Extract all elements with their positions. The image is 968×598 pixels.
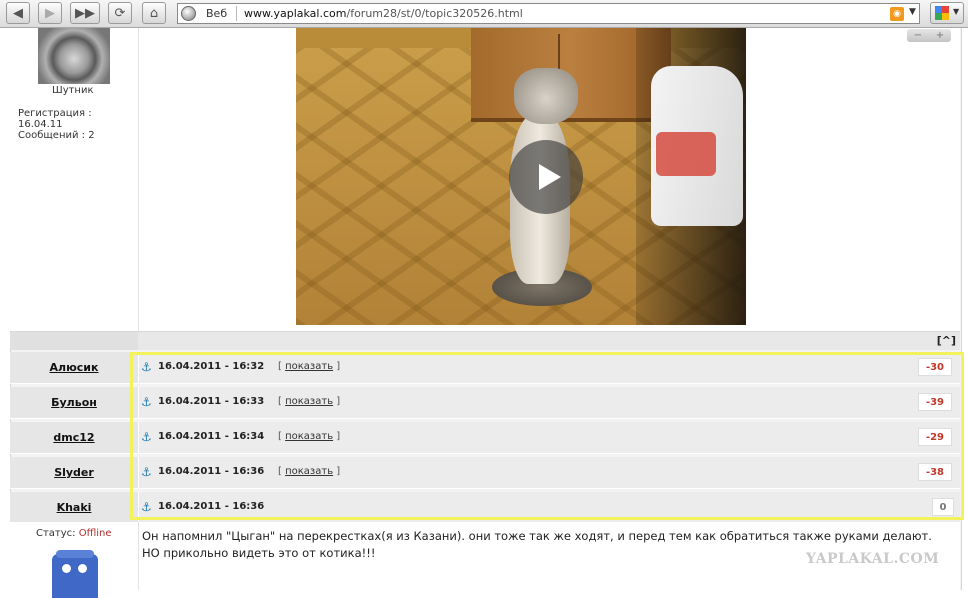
site-watermark: YAPLAKAL.COM	[806, 551, 940, 567]
author-name[interactable]: Шутник	[52, 85, 94, 96]
comment-author[interactable]: Бульон	[10, 387, 139, 418]
back-to-top-link[interactable]: [^]	[937, 334, 956, 347]
rss-icon[interactable]: ◉	[890, 7, 904, 21]
video-bag-label	[656, 132, 716, 176]
zoom-in-button[interactable]: +	[936, 30, 944, 41]
comment-author[interactable]: Slyder	[10, 457, 139, 488]
chevron-down-icon: ▼	[953, 7, 960, 16]
avatar-eye	[78, 564, 87, 573]
avatar-hat	[56, 550, 94, 558]
back-arrow-icon[interactable]: ◀	[6, 2, 30, 24]
play-icon[interactable]	[509, 140, 583, 214]
avatar[interactable]	[38, 28, 110, 84]
chevron-down-icon[interactable]: ▼	[909, 7, 916, 17]
comment-author[interactable]: dmc12	[10, 422, 139, 453]
registration-label: Регистрация :	[18, 108, 92, 119]
search-engine-label[interactable]: Веб	[206, 7, 227, 20]
browser-toolbar: ◀ ▶ ▶▶ ⟳ ⌂ Веб www.yaplakal.com/forum28/…	[0, 0, 968, 28]
messages-count: Сообщений : 2	[18, 130, 95, 141]
google-icon	[935, 6, 949, 20]
avatar-eye	[62, 564, 71, 573]
text-size-control[interactable]: − +	[907, 29, 951, 42]
forward-arrow-icon[interactable]: ▶	[38, 2, 62, 24]
author-info: Регистрация : 16.04.11 Сообщений : 2	[18, 108, 95, 141]
url-path: /forum28/st/0/topic320526.html	[346, 7, 523, 20]
cat-head	[514, 68, 578, 124]
fast-forward-icon[interactable]: ▶▶	[70, 2, 100, 24]
status-label: Статус:	[36, 528, 76, 539]
video-player[interactable]	[296, 28, 746, 325]
comment-author[interactable]: Khaki	[10, 492, 139, 523]
url-domain: www.yaplakal.com	[244, 7, 347, 20]
highlight-frame	[130, 352, 964, 520]
address-bar[interactable]: Веб www.yaplakal.com/forum28/st/0/topic3…	[177, 3, 920, 24]
zoom-out-button[interactable]: −	[914, 30, 922, 41]
comment-author[interactable]: Алюсик	[10, 352, 139, 383]
url-text[interactable]: www.yaplakal.com/forum28/st/0/topic32052…	[244, 7, 523, 20]
globe-icon	[181, 6, 196, 21]
google-toolbar-button[interactable]: ▼	[930, 2, 964, 24]
registration-date: 16.04.11	[18, 119, 63, 130]
separator-left-cell	[10, 332, 138, 350]
avatar-figure	[52, 554, 98, 598]
reload-icon[interactable]: ⟳	[108, 2, 132, 24]
status-badge: Offline	[78, 528, 112, 539]
avatar[interactable]	[38, 548, 110, 598]
address-divider	[236, 6, 237, 21]
home-icon[interactable]: ⌂	[142, 2, 166, 24]
post-separator: [^]	[10, 331, 960, 350]
author-status: Статус: Offline	[36, 528, 112, 539]
